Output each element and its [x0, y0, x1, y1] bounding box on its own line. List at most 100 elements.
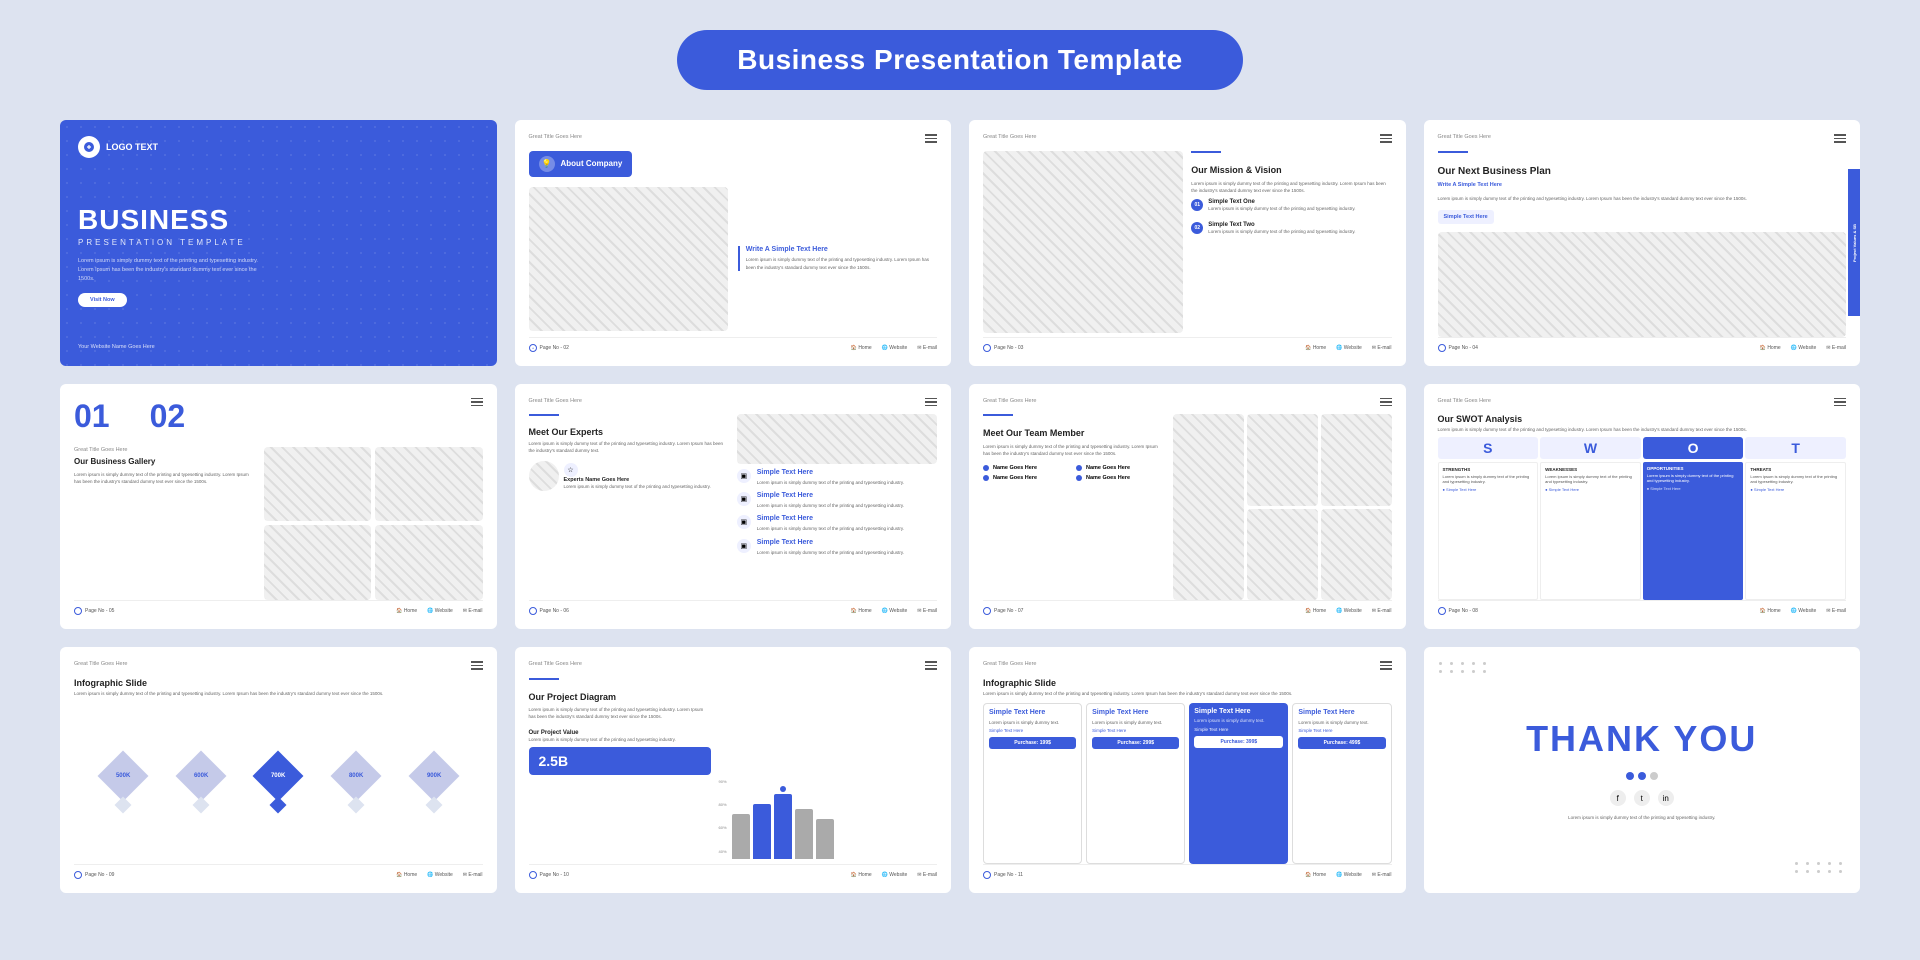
team-img-5 — [1321, 509, 1392, 601]
infographic2-title: Infographic Slide — [983, 678, 1392, 688]
bar-chart: 90% 80% 60% 40% — [719, 678, 937, 864]
diamond-2: 600K — [183, 758, 219, 811]
accent-6 — [529, 414, 559, 416]
cover-description: Lorem ipsum is simply dummy text of the … — [78, 257, 258, 283]
footer-links-4: 🏠 Home 🌐 Website ✉ E-mail — [1760, 345, 1846, 351]
expert-profile-desc: Lorem ipsum is simply dummy text of the … — [564, 483, 711, 490]
page-num-10: Page No - 10 — [529, 871, 569, 879]
slide-6-footer: Page No - 06 🏠 Home 🌐 Website ✉ E-mail — [529, 600, 938, 615]
num-02: 02 — [150, 398, 186, 435]
swot-s: S — [1438, 437, 1539, 459]
price-card-1: Simple Text Here Lorem ipsum is simply d… — [983, 703, 1082, 864]
about-label: About Company — [561, 159, 623, 168]
slide-3-footer: Page No - 03 🏠 Home 🌐 Website ✉ E-mail — [983, 337, 1392, 352]
expert-img-main — [737, 414, 937, 464]
slide-5-footer: Page No - 05 🏠 Home 🌐 Website ✉ E-mail — [74, 600, 483, 615]
page-num-8: Page No - 08 — [1438, 607, 1478, 615]
slide-11: Great Title Goes Here Infographic Slide … — [969, 647, 1406, 893]
bizplan-image — [1438, 232, 1847, 337]
project-desc: Lorem ipsum is simply dummy text of the … — [529, 706, 711, 720]
swot-title: Our SWOT Analysis — [1438, 414, 1847, 424]
thankyou-desc: Lorem ipsum is simply dummy text of the … — [1568, 814, 1715, 821]
great-title-9: Great Title Goes Here — [74, 661, 128, 667]
side-tab: Project Values & SB — [1848, 169, 1860, 316]
bar-4 — [795, 809, 813, 859]
cover-subtitle: PRESENTATION TEMPLATE — [78, 238, 479, 247]
team-title: Meet Our Team Member — [983, 428, 1165, 439]
expert-item-1: ▣ Simple Text Here Lorem ipsum is simply… — [737, 469, 937, 486]
swot-desc: Lorem ipsum is simply dummy text of the … — [1438, 426, 1847, 433]
lightbulb-icon: 💡 — [539, 156, 555, 172]
page-num-9: Page No - 09 — [74, 871, 114, 879]
slide-11-header: Great Title Goes Here — [983, 661, 1392, 670]
experts-title: Meet Our Experts — [529, 427, 729, 437]
accent-line-3 — [1191, 151, 1221, 153]
expert-profile: ☆ Experts Name Goes Here Lorem ipsum is … — [529, 461, 729, 491]
write-title-2: Write A Simple Text Here — [746, 246, 937, 253]
dots-top-left — [1439, 662, 1489, 673]
swot-weaknesses: WEAKNESSES Lorem ipsum is simply dummy t… — [1540, 462, 1641, 600]
great-title-6: Great Title Goes Here — [529, 398, 583, 404]
footer-links-2: 🏠 Home 🌐 Website ✉ E-mail — [851, 345, 937, 351]
gallery-img-1 — [264, 447, 371, 522]
expert-item-3: ▣ Simple Text Here Lorem ipsum is simply… — [737, 515, 937, 532]
dots-bottom-right — [1795, 862, 1845, 873]
team-member-1: Name Goes Here — [983, 465, 1072, 471]
price-card-3-highlight: Simple Text Here Lorem ipsum is simply d… — [1189, 703, 1288, 864]
expert-icon-3: ▣ — [737, 515, 751, 529]
swot-letters: S W O T — [1438, 437, 1847, 459]
slide-7-footer: Page No - 07 🏠 Home 🌐 Website ✉ E-mail — [983, 600, 1392, 615]
team-img-3 — [1321, 414, 1392, 506]
page-num-3: Page No - 03 — [983, 344, 1023, 352]
great-title-11: Great Title Goes Here — [983, 661, 1037, 667]
great-title-8: Great Title Goes Here — [1438, 398, 1492, 404]
menu-icon-4 — [1834, 134, 1846, 143]
slide-5: 01 02 Great Title Goes Here Our Business… — [60, 384, 497, 630]
accent-7 — [983, 414, 1013, 416]
diamond-5: 900K — [416, 758, 452, 811]
menu-icon-2 — [925, 134, 937, 143]
about-text-block: Write A Simple Text Here Lorem ipsum is … — [738, 246, 937, 270]
about-image — [529, 187, 728, 331]
slide-6: Great Title Goes Here Meet Our Experts L… — [515, 384, 952, 630]
simple-text: Simple Text Here — [1438, 210, 1494, 224]
visit-button[interactable]: Visit Now — [78, 293, 127, 307]
expert-item-4: ▣ Simple Text Here Lorem ipsum is simply… — [737, 539, 937, 556]
bizplan-title: Our Next Business Plan — [1438, 165, 1847, 178]
experts-desc: Lorem ipsum is simply dummy text of the … — [529, 440, 729, 454]
slide-8-footer: Page No - 08 🏠 Home 🌐 Website ✉ E-mail — [1438, 600, 1847, 615]
expert-icon-2: ▣ — [737, 492, 751, 506]
swot-strengths: STRENGTHS Lorem ipsum is simply dummy te… — [1438, 462, 1539, 600]
page-num-7: Page No - 07 — [983, 607, 1023, 615]
team-images — [1173, 414, 1391, 600]
swot-threats: THREATS Lorem ipsum is simply dummy text… — [1745, 462, 1846, 600]
thankyou-title: THANK YOU — [1526, 718, 1757, 760]
price-1: Purchase: 199$ — [989, 737, 1076, 749]
footer-links-11: 🏠 Home 🌐 Website ✉ E-mail — [1305, 872, 1391, 878]
home-link: 🏠 Home — [851, 345, 872, 351]
menu-icon-3 — [1380, 134, 1392, 143]
gallery-img-4 — [375, 525, 482, 600]
great-title-4: Great Title Goes Here — [1438, 134, 1492, 140]
slide-5-header: 01 02 — [74, 398, 483, 435]
menu-icon-9 — [471, 661, 483, 670]
email-link: ✉ E-mail — [917, 345, 937, 351]
slide-6-header: Great Title Goes Here — [529, 398, 938, 407]
page-wrapper: Business Presentation Template LOGO TEXT… — [0, 0, 1920, 933]
price-card-4: Simple Text Here Lorem ipsum is simply d… — [1292, 703, 1391, 864]
menu-icon-8 — [1834, 398, 1846, 407]
gallery-img-3 — [264, 525, 371, 600]
footer-links-10: 🏠 Home 🌐 Website ✉ E-mail — [851, 872, 937, 878]
bars — [732, 784, 834, 859]
page-num-2: + Page No - 02 — [529, 344, 569, 352]
footer-links-9: 🏠 Home 🌐 Website ✉ E-mail — [396, 872, 482, 878]
num-01: 01 — [74, 398, 110, 435]
mission-item-2: 02 Simple Text Two Lorem ipsum is simply… — [1191, 222, 1391, 235]
page-num-4: Page No - 04 — [1438, 344, 1478, 352]
slide-3: Great Title Goes Here Our Mission & Visi… — [969, 120, 1406, 366]
slide-11-footer: Page No - 11 🏠 Home 🌐 Website ✉ E-mail — [983, 864, 1392, 879]
great-title-7: Great Title Goes Here — [983, 398, 1037, 404]
slide-12: THANK YOU f t in Lorem ipsum is simply d… — [1424, 647, 1861, 893]
pricing-grid: Simple Text Here Lorem ipsum is simply d… — [983, 703, 1392, 864]
bar-1 — [732, 814, 750, 859]
